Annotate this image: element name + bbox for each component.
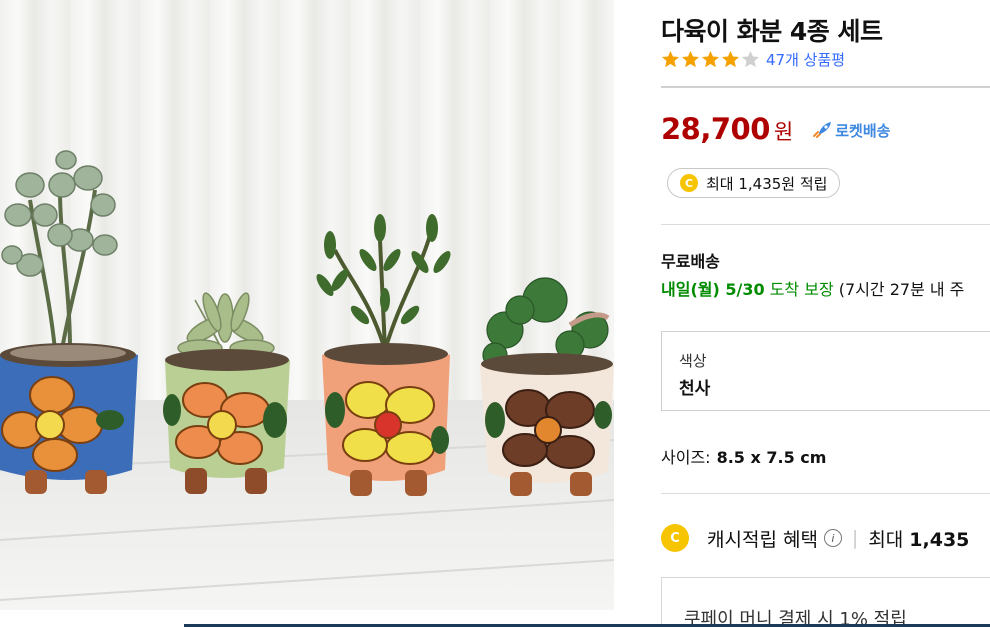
cash-benefit-max: 최대 1,435 (868, 528, 970, 551)
cash-coin-icon: C (661, 524, 689, 552)
product-image[interactable] (0, 0, 614, 610)
rocket-delivery-label: 로켓배송 (835, 121, 891, 140)
divider (661, 493, 990, 494)
divider (661, 224, 990, 225)
option-value: 천사 (679, 379, 711, 399)
star-filled-icon (681, 50, 700, 67)
pot-cream (480, 277, 614, 496)
divider (661, 86, 990, 88)
product-info-panel: 다육이 화분 4종 세트 47개 상품평 28,700 원 로켓배송 C 최대 … (661, 0, 990, 627)
size-info: 사이즈: 8.5 x 7.5 cm (661, 444, 826, 468)
product-photo-illustration (0, 150, 614, 610)
cash-benefit-row: C 캐시적립 혜택 i | 최대 1,435 (661, 522, 969, 554)
arrival-note: (7시간 27분 내 주 (838, 280, 965, 299)
star-filled-icon (701, 50, 720, 67)
star-filled-icon (721, 50, 740, 67)
review-count-link[interactable]: 47개 상품평 (766, 49, 845, 70)
coupay-money-box: 쿠페이 머니 결제 시 1% 적립 (661, 577, 990, 627)
cash-reward-text: 최대 1,435원 적립 (706, 174, 828, 193)
color-option-selector[interactable]: 색상 천사 (661, 331, 990, 411)
size-label: 사이즈: (661, 448, 711, 467)
star-filled-icon (661, 50, 680, 67)
free-shipping-label: 무료배송 (661, 252, 720, 271)
size-value: 8.5 x 7.5 cm (716, 448, 827, 467)
rating-row[interactable]: 47개 상품평 (661, 48, 845, 70)
separator: | (851, 527, 859, 549)
pot-blue (0, 150, 138, 494)
rating-stars (661, 50, 761, 69)
arrival-guarantee: 도착 보장 (769, 280, 834, 299)
sale-price: 28,700 (661, 112, 770, 146)
option-label: 색상 (679, 352, 707, 370)
price-row: 28,700 원 로켓배송 (661, 112, 890, 146)
currency-unit: 원 (773, 120, 794, 144)
cash-reward-pill: C 최대 1,435원 적립 (667, 168, 841, 198)
product-title: 다육이 화분 4종 세트 (661, 17, 883, 46)
pot-green (163, 292, 290, 494)
cash-coin-icon: C (680, 174, 698, 192)
arrival-estimate: 내일(월) 5/30 도착 보장 (7시간 27분 내 주 (661, 276, 964, 300)
star-empty-icon (741, 50, 760, 67)
cash-benefit-label: 캐시적립 혜택 (707, 528, 818, 551)
arrival-date: 내일(월) 5/30 (661, 280, 765, 299)
pot-peach (316, 214, 451, 496)
rocket-delivery-badge: 로켓배송 (811, 120, 890, 141)
info-icon[interactable]: i (823, 529, 842, 547)
rocket-icon (813, 122, 832, 138)
